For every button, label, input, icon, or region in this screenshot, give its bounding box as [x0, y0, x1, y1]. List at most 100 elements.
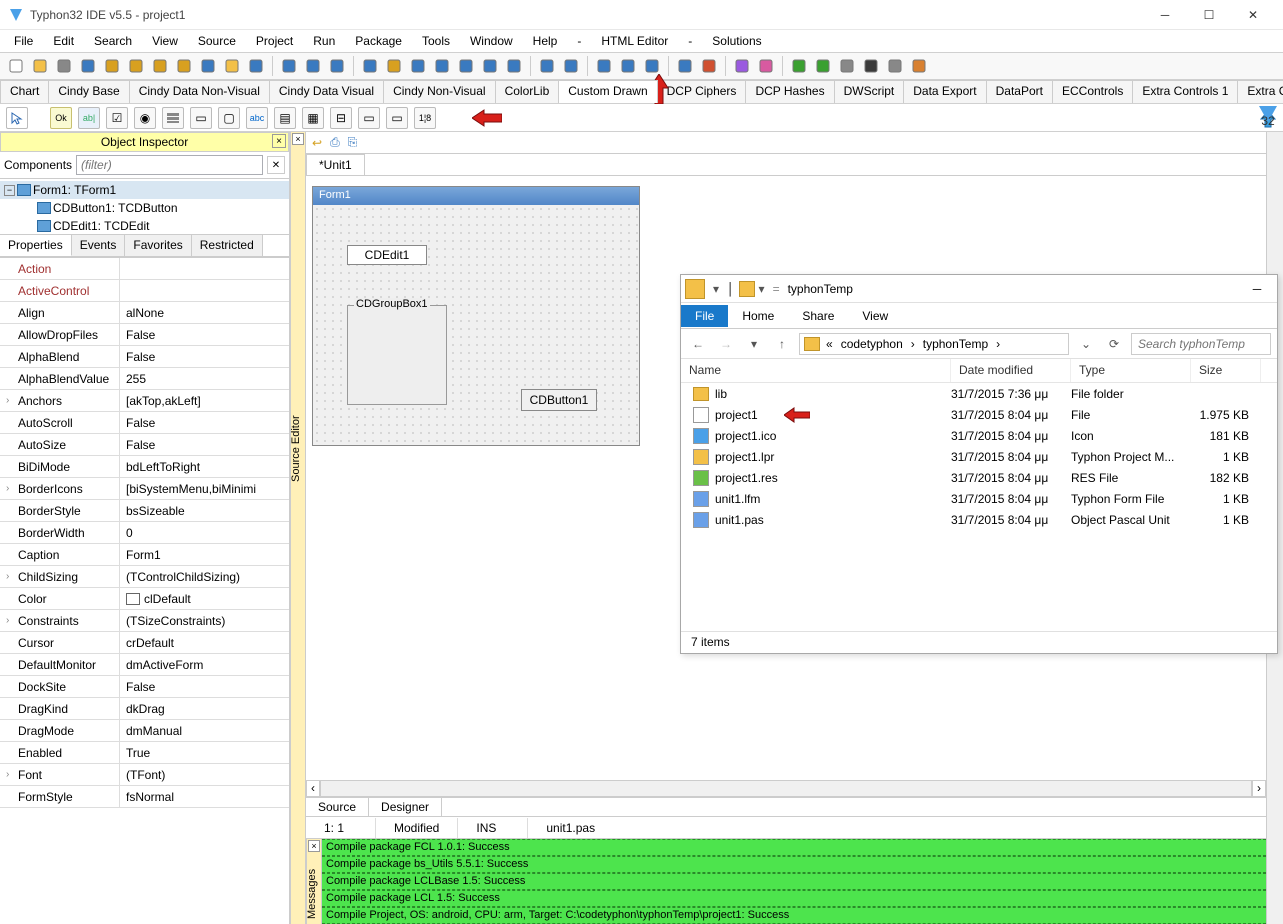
toolbar-icon[interactable]	[102, 56, 122, 76]
toolbar-icon[interactable]	[861, 56, 881, 76]
col-size[interactable]: Size	[1191, 359, 1261, 382]
toolbar-icon[interactable]	[456, 56, 476, 76]
component-icon[interactable]	[162, 107, 184, 129]
toolbar-icon[interactable]	[54, 56, 74, 76]
toolbar-icon[interactable]	[756, 56, 776, 76]
component-tree[interactable]: −Form1: TForm1CDButton1: TCDButtonCDEdit…	[0, 179, 289, 235]
sd-tab[interactable]: Designer	[369, 798, 442, 816]
close-gutter-icon[interactable]: ×	[292, 133, 304, 145]
property-row[interactable]: AlphaBlendFalse	[0, 346, 289, 368]
editor-tab-unit1[interactable]: *Unit1	[306, 154, 365, 175]
property-row[interactable]: FormStylefsNormal	[0, 786, 289, 808]
toolbar-icon[interactable]	[150, 56, 170, 76]
ribbon-tab-view[interactable]: View	[848, 305, 902, 327]
explorer-columns[interactable]: Name Date modified Type Size	[681, 359, 1277, 383]
design-form-title[interactable]: Form1	[313, 187, 639, 205]
property-row[interactable]: DragKinddkDrag	[0, 698, 289, 720]
col-date[interactable]: Date modified	[951, 359, 1071, 382]
explorer-dropdown-icon[interactable]: ▾	[755, 282, 769, 296]
expander-icon[interactable]: ›	[6, 615, 14, 626]
breadcrumb-segment[interactable]: typhonTemp	[921, 337, 990, 351]
nav-icon[interactable]: ⎘	[348, 135, 358, 150]
close-panel-icon[interactable]: ×	[272, 134, 286, 148]
toolbar-icon[interactable]	[885, 56, 905, 76]
col-name[interactable]: Name	[681, 359, 951, 382]
component-tab[interactable]: Custom Drawn	[558, 80, 657, 103]
component-icon[interactable]: ⊟	[330, 107, 352, 129]
file-row[interactable]: lib31/7/2015 7:36 μμFile folder	[681, 383, 1277, 404]
file-row[interactable]: unit1.pas31/7/2015 8:04 μμObject Pascal …	[681, 509, 1277, 530]
component-tab[interactable]: DataPort	[986, 80, 1053, 103]
menu-edit[interactable]: Edit	[43, 32, 84, 50]
menu-help[interactable]: Help	[523, 32, 568, 50]
nav-recent-icon[interactable]: ▾	[743, 333, 765, 355]
property-row[interactable]: ›BorderIcons[biSystemMenu,biMinimi	[0, 478, 289, 500]
explorer-search-input[interactable]	[1131, 333, 1271, 355]
scroll-right-icon[interactable]: ›	[1252, 780, 1266, 797]
property-grid[interactable]: ActionActiveControlAlignalNoneAllowDropF…	[0, 257, 289, 924]
property-row[interactable]: ›Font(TFont)	[0, 764, 289, 786]
menu-view[interactable]: View	[142, 32, 188, 50]
menu-project[interactable]: Project	[246, 32, 303, 50]
toolbar-icon[interactable]	[675, 56, 695, 76]
component-tab[interactable]: Chart	[0, 80, 49, 103]
property-value[interactable]: False	[126, 438, 155, 452]
ribbon-tab-share[interactable]: Share	[788, 305, 848, 327]
property-row[interactable]: BorderWidth0	[0, 522, 289, 544]
toolbar-icon[interactable]	[432, 56, 452, 76]
minimize-button[interactable]: ─	[1143, 1, 1187, 29]
toolbar-icon[interactable]	[408, 56, 428, 76]
component-tab[interactable]: DWScript	[834, 80, 905, 103]
toolbar-icon[interactable]	[642, 56, 662, 76]
toolbar-icon[interactable]	[198, 56, 218, 76]
component-icon[interactable]: ▤	[274, 107, 296, 129]
component-icon[interactable]: ◉	[134, 107, 156, 129]
property-value[interactable]: [biSystemMenu,biMinimi	[126, 482, 256, 496]
property-row[interactable]: BiDiModebdLeftToRight	[0, 456, 289, 478]
close-button[interactable]: ✕	[1231, 1, 1275, 29]
scroll-left-icon[interactable]: ‹	[306, 780, 320, 797]
inspector-tab[interactable]: Events	[72, 235, 126, 256]
nav-forward-icon[interactable]: →	[715, 333, 737, 355]
ribbon-tab-home[interactable]: Home	[728, 305, 788, 327]
refresh-icon[interactable]: ⟳	[1103, 333, 1125, 355]
design-cdedit[interactable]: CDEdit1	[347, 245, 427, 265]
toolbar-icon[interactable]	[222, 56, 242, 76]
message-line[interactable]: Compile package LCL 1.5: Success	[322, 890, 1266, 907]
toolbar-icon[interactable]	[504, 56, 524, 76]
maximize-button[interactable]: ☐	[1187, 1, 1231, 29]
toolbar-icon[interactable]	[594, 56, 614, 76]
inspector-tab[interactable]: Restricted	[192, 235, 263, 256]
menu-source[interactable]: Source	[188, 32, 246, 50]
component-tab[interactable]: Cindy Non-Visual	[383, 80, 496, 103]
inspector-tab[interactable]: Favorites	[125, 235, 191, 256]
menu-run[interactable]: Run	[303, 32, 345, 50]
toolbar-icon[interactable]	[384, 56, 404, 76]
message-line[interactable]: Compile package LCLBase 1.5: Success	[322, 873, 1266, 890]
toolbar-icon[interactable]	[246, 56, 266, 76]
property-row[interactable]: ColorclDefault	[0, 588, 289, 610]
tree-node[interactable]: −Form1: TForm1	[0, 181, 289, 199]
toolbar-icon[interactable]	[6, 56, 26, 76]
file-row[interactable]: project1.ico31/7/2015 8:04 μμIcon181 KB	[681, 425, 1277, 446]
component-tab[interactable]: ColorLib	[495, 80, 560, 103]
toolbar-icon[interactable]	[327, 56, 347, 76]
menu-file[interactable]: File	[4, 32, 43, 50]
file-row[interactable]: project1.lpr31/7/2015 8:04 μμTyphon Proj…	[681, 446, 1277, 467]
property-row[interactable]: ›Anchors[akTop,akLeft]	[0, 390, 289, 412]
expander-icon[interactable]: ›	[6, 483, 14, 494]
property-row[interactable]: Action	[0, 258, 289, 280]
message-line[interactable]: Compile package bs_Utils 5.5.1: Success	[322, 856, 1266, 873]
toolbar-icon[interactable]	[732, 56, 752, 76]
property-row[interactable]: AllowDropFilesFalse	[0, 324, 289, 346]
toolbar-icon[interactable]	[78, 56, 98, 76]
explorer-file-list[interactable]: lib31/7/2015 7:36 μμFile folderproject13…	[681, 383, 1277, 530]
property-row[interactable]: ActiveControl	[0, 280, 289, 302]
toolbar-icon[interactable]	[126, 56, 146, 76]
messages-gutter[interactable]: × Messages	[306, 839, 322, 924]
explorer-dropdown-icon[interactable]: ▾	[709, 282, 723, 296]
component-tab[interactable]: ECControls	[1052, 80, 1133, 103]
expander-icon[interactable]: ›	[6, 769, 14, 780]
toolbar-icon[interactable]	[813, 56, 833, 76]
component-tab[interactable]: Cindy Data Visual	[269, 80, 384, 103]
